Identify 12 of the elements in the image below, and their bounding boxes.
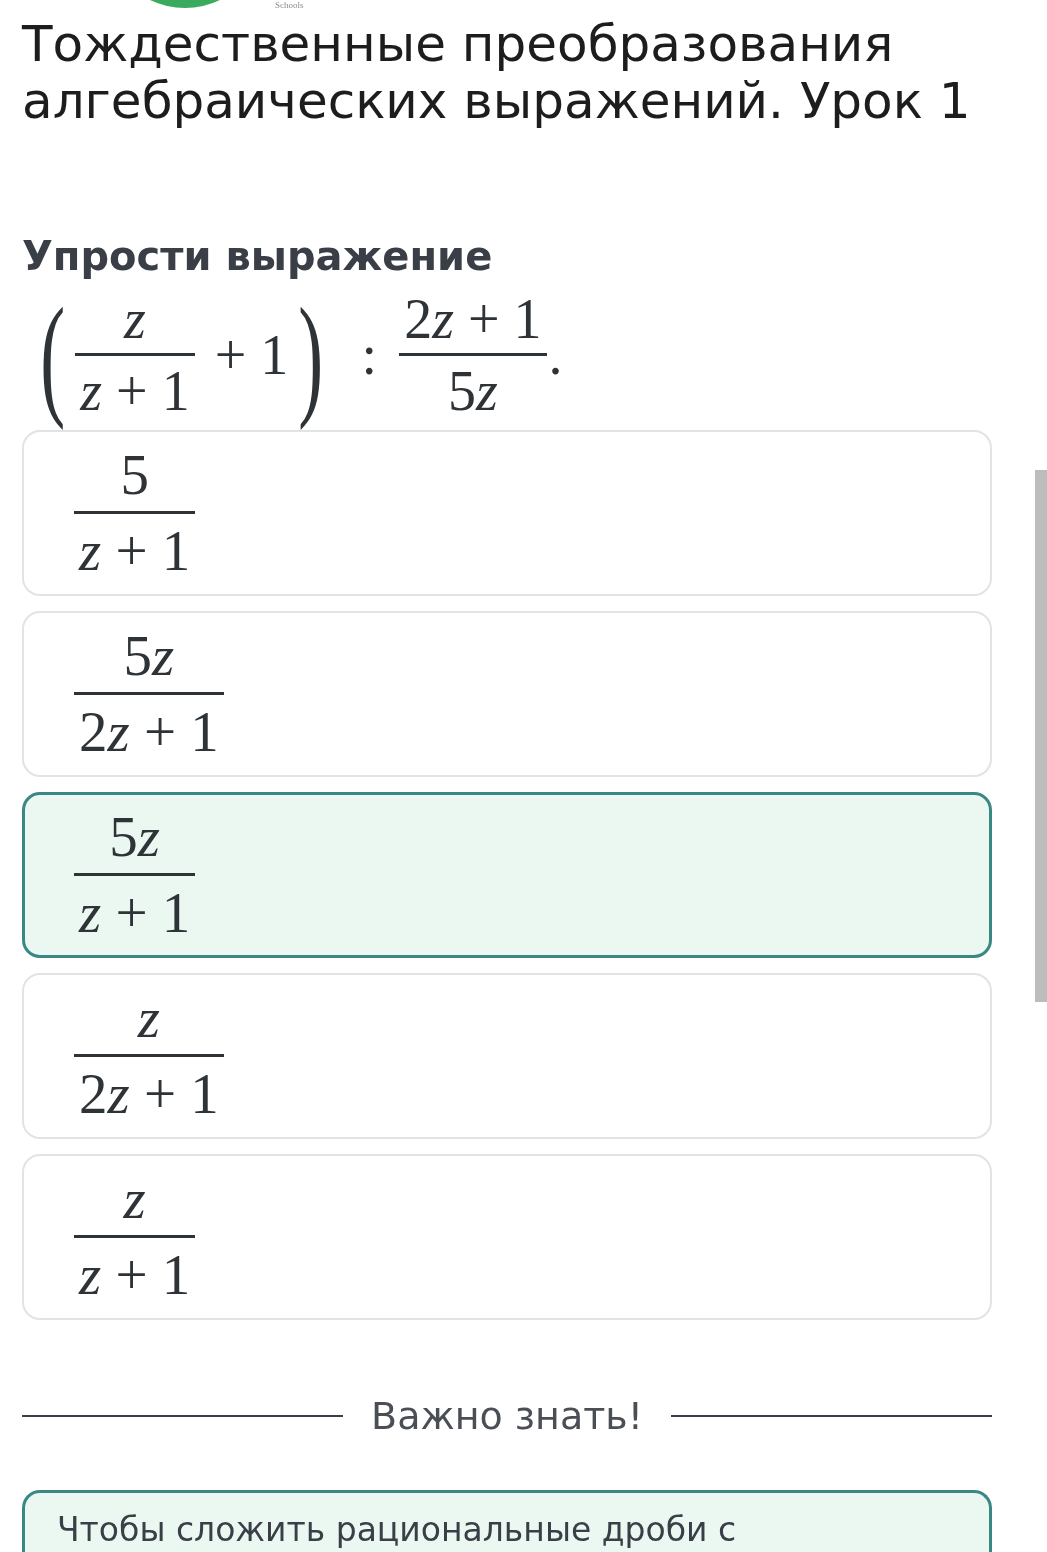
logo-icon xyxy=(150,0,220,8)
scrollbar[interactable] xyxy=(1035,470,1047,1002)
answer-option[interactable]: z 2z + 1 xyxy=(22,973,992,1139)
answer-option[interactable]: z z + 1 xyxy=(22,1154,992,1320)
question-title: Упрости выражение xyxy=(22,232,493,280)
section-heading: Важно знать! xyxy=(371,1393,643,1440)
answer-option[interactable]: 5z z + 1 xyxy=(22,792,992,958)
logo-text: Schools xyxy=(275,0,304,10)
answer-option[interactable]: 5 z + 1 xyxy=(22,430,992,596)
answer-option[interactable]: 5z 2z + 1 xyxy=(22,611,992,777)
info-text: Чтобы сложить рациональные дроби с xyxy=(57,1511,738,1549)
lesson-title: Тождественные преобразования алгебраических выражений. Урок 1 xyxy=(22,16,972,130)
